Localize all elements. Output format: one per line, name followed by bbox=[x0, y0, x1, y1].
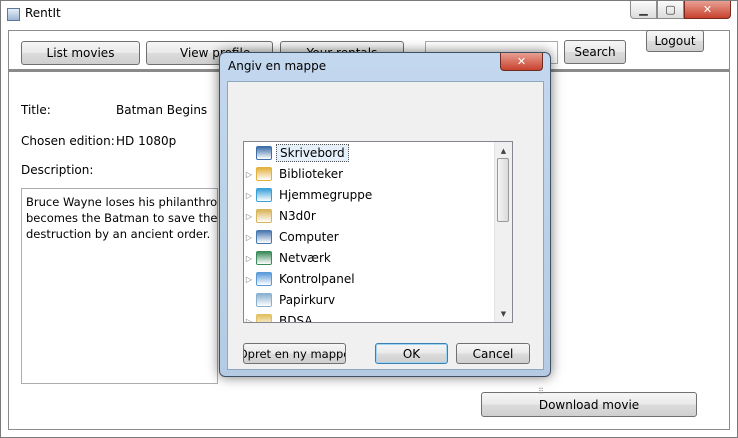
tree-scrollbar[interactable]: ▲ ▼ bbox=[494, 142, 512, 322]
dialog-close-button[interactable]: ✕ bbox=[500, 53, 543, 71]
resize-grip-icon[interactable]: ⠿ bbox=[538, 387, 548, 397]
ok-button[interactable]: OK bbox=[375, 343, 448, 364]
computer-icon bbox=[256, 230, 272, 244]
tree-item[interactable]: ▷ N3d0r bbox=[244, 206, 319, 226]
expand-arrow-icon[interactable]: ▷ bbox=[244, 254, 254, 263]
tree-item[interactable]: ▷ Biblioteker bbox=[244, 164, 346, 184]
scroll-thumb[interactable] bbox=[497, 158, 509, 222]
tree-item-label: N3d0r bbox=[279, 209, 316, 223]
new-folder-button[interactable]: Opret en ny mappe bbox=[243, 343, 346, 364]
close-icon: ✕ bbox=[702, 3, 713, 16]
title-bar[interactable]: RentIt ▁ ▢ ✕ bbox=[1, 1, 737, 25]
homegroup-icon bbox=[256, 188, 272, 202]
edition-label: Chosen edition: bbox=[21, 134, 115, 148]
expand-arrow-icon[interactable]: ▷ bbox=[244, 233, 254, 242]
folder-browser-dialog: Angiv en mappe ✕ Skrivebord ▷ Biblioteker ▷… bbox=[219, 52, 551, 396]
control-panel-icon bbox=[256, 272, 272, 286]
tree-item[interactable]: ▷ Netværk bbox=[244, 248, 334, 268]
maximize-button[interactable]: ▢ bbox=[657, 1, 684, 19]
close-icon: ✕ bbox=[516, 55, 527, 68]
folder-tree[interactable]: Skrivebord ▷ Biblioteker ▷ Hjemmegruppe ▷ N3d0… bbox=[243, 141, 513, 323]
tree-item[interactable]: ▷ Hjemmegruppe bbox=[244, 185, 375, 205]
tree-item[interactable]: Papirkurv bbox=[244, 290, 338, 310]
tree-item[interactable]: Skrivebord bbox=[244, 143, 349, 163]
expand-arrow-icon[interactable]: ▷ bbox=[244, 170, 254, 179]
logout-button[interactable]: Logout bbox=[646, 30, 704, 52]
tree-item-label: Hjemmegruppe bbox=[279, 188, 373, 202]
recycle-bin-icon bbox=[256, 293, 272, 307]
description-label: Description: bbox=[21, 163, 94, 177]
network-icon bbox=[256, 251, 272, 265]
description-textbox[interactable]: Bruce Wayne loses his philanthropic beco… bbox=[21, 188, 218, 384]
minimize-button[interactable]: ▁ bbox=[630, 1, 657, 19]
dialog-title: Angiv en mappe bbox=[228, 59, 327, 73]
description-line: Bruce Wayne loses his philanthropic bbox=[26, 195, 218, 209]
tree-item[interactable]: ▷ Computer bbox=[244, 227, 342, 247]
edition-value: HD 1080p bbox=[116, 134, 177, 148]
folder-icon bbox=[256, 314, 272, 322]
cancel-button[interactable]: Cancel bbox=[456, 343, 530, 364]
tree-item[interactable]: ▷ Kontrolpanel bbox=[244, 269, 358, 289]
tree-item-label: Biblioteker bbox=[279, 167, 344, 181]
expand-arrow-icon[interactable]: ▷ bbox=[244, 212, 254, 221]
search-button[interactable]: Search bbox=[564, 40, 626, 64]
minimize-icon: ▁ bbox=[639, 3, 648, 16]
expand-arrow-icon[interactable]: ▷ bbox=[244, 275, 254, 284]
app-icon bbox=[7, 8, 20, 21]
tree-item-label: Kontrolpanel bbox=[279, 272, 355, 286]
scroll-up-icon[interactable]: ▲ bbox=[495, 142, 512, 159]
tree-item-label: Skrivebord bbox=[276, 144, 349, 162]
expand-arrow-icon[interactable]: ▷ bbox=[244, 191, 254, 200]
description-line: destruction by an ancient order. bbox=[26, 227, 211, 241]
title-label: Title: bbox=[21, 103, 51, 117]
user-folder-icon bbox=[256, 209, 272, 223]
maximize-icon: ▢ bbox=[665, 3, 676, 16]
dialog-body: Skrivebord ▷ Biblioteker ▷ Hjemmegruppe ▷ N3d0… bbox=[227, 81, 544, 396]
title-value: Batman Begins bbox=[116, 103, 208, 117]
tree-item[interactable]: ▷ BDSA bbox=[244, 311, 316, 323]
tree-item-label: Papirkurv bbox=[279, 293, 336, 307]
description-line: becomes the Batman to save the crim bbox=[26, 211, 218, 225]
close-window-button[interactable]: ✕ bbox=[684, 1, 731, 19]
libraries-icon bbox=[256, 167, 272, 181]
window-title: RentIt bbox=[25, 6, 61, 20]
tree-item-label: Netværk bbox=[279, 251, 331, 265]
tree-item-label: BDSA bbox=[279, 314, 313, 323]
desktop-icon bbox=[256, 146, 272, 160]
download-movie-button[interactable]: Download movie bbox=[481, 392, 697, 417]
tree-item-label: Computer bbox=[279, 230, 339, 244]
list-movies-button[interactable]: List movies bbox=[21, 41, 140, 65]
expand-arrow-icon[interactable]: ▷ bbox=[244, 317, 254, 323]
scroll-down-icon[interactable]: ▼ bbox=[495, 305, 512, 322]
